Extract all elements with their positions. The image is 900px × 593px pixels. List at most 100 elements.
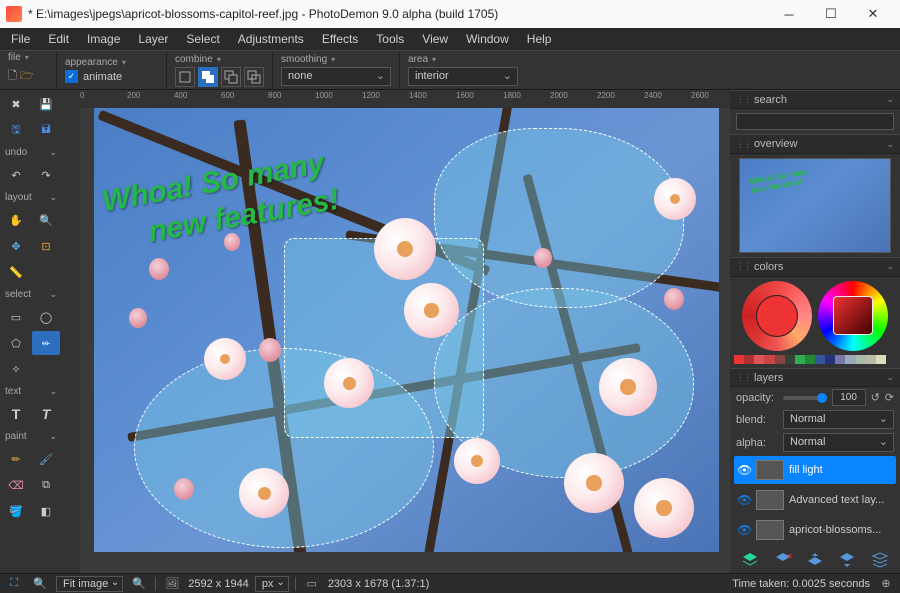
visibility-icon[interactable]: 👁 xyxy=(737,523,751,537)
layer-up-icon[interactable] xyxy=(806,551,824,569)
menu-adjustments[interactable]: Adjustments xyxy=(231,30,311,48)
text-tool[interactable]: T xyxy=(2,402,30,426)
menu-layer[interactable]: Layer xyxy=(131,30,175,48)
zoom-out-icon[interactable]: 🔍 xyxy=(30,576,50,592)
save-as-icon[interactable]: 🖬 xyxy=(32,118,60,142)
swatch[interactable] xyxy=(744,355,754,365)
layer-merge-icon[interactable] xyxy=(871,551,889,569)
swatch[interactable] xyxy=(795,355,805,365)
maximize-button[interactable]: ☐ xyxy=(810,0,852,28)
swatch[interactable] xyxy=(856,355,866,365)
swatch[interactable] xyxy=(815,355,825,365)
undo-icon[interactable]: ↶ xyxy=(2,163,30,187)
crop-tool[interactable]: ⊡ xyxy=(32,234,60,258)
combine-intersect[interactable] xyxy=(244,67,264,87)
swatch[interactable] xyxy=(876,355,886,365)
layer-down-icon[interactable] xyxy=(838,551,856,569)
image-document[interactable]: Whoa! So many new features! xyxy=(94,108,719,552)
overview-thumbnail[interactable]: Whoa! So manynew features! xyxy=(739,158,891,254)
swatch[interactable] xyxy=(734,355,744,365)
pencil-tool[interactable]: ✏ xyxy=(2,447,30,471)
layout-section[interactable]: layout xyxy=(0,189,62,206)
unit-select[interactable]: px xyxy=(255,576,289,592)
undo-section[interactable]: undo xyxy=(0,144,62,161)
overview-panel-header[interactable]: ⋮⋮overview⌄ xyxy=(730,134,900,153)
move-tool[interactable]: ✥ xyxy=(2,234,30,258)
color-wheel-shades[interactable] xyxy=(742,281,812,351)
poly-select-tool[interactable]: ⬠ xyxy=(2,331,30,355)
canvas[interactable]: Whoa! So many new features! xyxy=(80,108,730,573)
swatch[interactable] xyxy=(754,355,764,365)
layer-item[interactable]: 👁Advanced text lay... xyxy=(734,486,896,514)
animate-checkbox[interactable]: ✓animate xyxy=(65,70,122,83)
hand-tool[interactable]: ✋ xyxy=(2,208,30,232)
measure-tool[interactable]: 📏 xyxy=(2,260,30,284)
swatch[interactable] xyxy=(835,355,845,365)
swatch[interactable] xyxy=(886,355,896,365)
color-wheel-hue[interactable] xyxy=(818,281,888,351)
messages-icon[interactable]: ⊕ xyxy=(876,576,896,592)
select-section[interactable]: select xyxy=(0,286,62,303)
opt-file-header[interactable]: file xyxy=(8,52,48,63)
opt-area-header[interactable]: area xyxy=(408,54,518,65)
clone-tool[interactable]: ⧉ xyxy=(32,473,60,497)
menu-file[interactable]: File xyxy=(4,30,37,48)
combine-add[interactable] xyxy=(198,67,218,87)
combine-subtract[interactable] xyxy=(221,67,241,87)
swatch[interactable] xyxy=(845,355,855,365)
redo-icon[interactable]: ↷ xyxy=(32,163,60,187)
swatch[interactable] xyxy=(805,355,815,365)
close-button[interactable]: ✕ xyxy=(852,0,894,28)
opacity-slider[interactable] xyxy=(783,396,827,400)
swatch[interactable] xyxy=(825,355,835,365)
visibility-icon[interactable]: 👁 xyxy=(737,463,751,477)
zoom-select[interactable]: Fit image xyxy=(56,576,123,592)
gradient-tool[interactable]: ◧ xyxy=(32,499,60,523)
blend-select[interactable]: Normal xyxy=(783,410,894,429)
fit-screen-icon[interactable]: ⛶ xyxy=(4,576,24,592)
menu-select[interactable]: Select xyxy=(179,30,226,48)
swatch[interactable] xyxy=(785,355,795,365)
swatch[interactable] xyxy=(866,355,876,365)
menu-effects[interactable]: Effects xyxy=(315,30,365,48)
alpha-select[interactable]: Normal xyxy=(783,433,894,452)
layer-item[interactable]: 👁apricot-blossoms... xyxy=(734,516,896,544)
search-input[interactable] xyxy=(736,113,894,130)
search-panel-header[interactable]: ⋮⋮search⌄ xyxy=(730,90,900,109)
rect-select-tool[interactable]: ▭ xyxy=(2,305,30,329)
eraser-tool[interactable]: ⌫ xyxy=(2,473,30,497)
wand-select-tool[interactable]: ✧ xyxy=(2,357,30,381)
menu-view[interactable]: View xyxy=(415,30,455,48)
opacity-value[interactable]: 100 xyxy=(832,389,866,406)
opt-appearance-header[interactable]: appearance xyxy=(65,57,158,68)
menu-help[interactable]: Help xyxy=(520,30,559,48)
menu-window[interactable]: Window xyxy=(459,30,516,48)
layer-delete-icon[interactable]: ✕ xyxy=(774,551,792,569)
ellipse-select-tool[interactable]: ◯ xyxy=(32,305,60,329)
brush-tool[interactable]: 🖌 xyxy=(32,447,60,471)
visibility-icon[interactable]: 👁 xyxy=(737,493,751,507)
area-select[interactable]: interior xyxy=(408,67,518,86)
menu-tools[interactable]: Tools xyxy=(369,30,411,48)
opt-smoothing-header[interactable]: smoothing xyxy=(281,54,391,65)
layers-panel-header[interactable]: ⋮⋮layers⌄ xyxy=(730,368,900,387)
zoom-in-icon[interactable]: 🔍 xyxy=(129,576,149,592)
layer-item[interactable]: 👁fill light xyxy=(734,456,896,484)
menu-edit[interactable]: Edit xyxy=(41,30,76,48)
fill-tool[interactable]: 🪣 xyxy=(2,499,30,523)
swatch[interactable] xyxy=(764,355,774,365)
smoothing-select[interactable]: none xyxy=(281,67,391,86)
opacity-reset-icon[interactable]: ↺ xyxy=(871,391,880,404)
zoom-tool[interactable]: 🔍 xyxy=(32,208,60,232)
menu-image[interactable]: Image xyxy=(80,30,127,48)
new-file-icon[interactable]: 🗋 xyxy=(8,65,17,89)
save-icon[interactable]: 💾 xyxy=(32,92,60,116)
save-copy-icon[interactable]: 🖫 xyxy=(2,118,30,142)
minimize-button[interactable]: ─ xyxy=(768,0,810,28)
color-swatches[interactable] xyxy=(734,355,896,365)
close-icon[interactable]: ✖ xyxy=(2,92,30,116)
text-section[interactable]: text xyxy=(0,383,62,400)
layer-add-icon[interactable] xyxy=(741,551,759,569)
opacity-link-icon[interactable]: ⟳ xyxy=(885,391,894,404)
combine-replace[interactable] xyxy=(175,67,195,87)
